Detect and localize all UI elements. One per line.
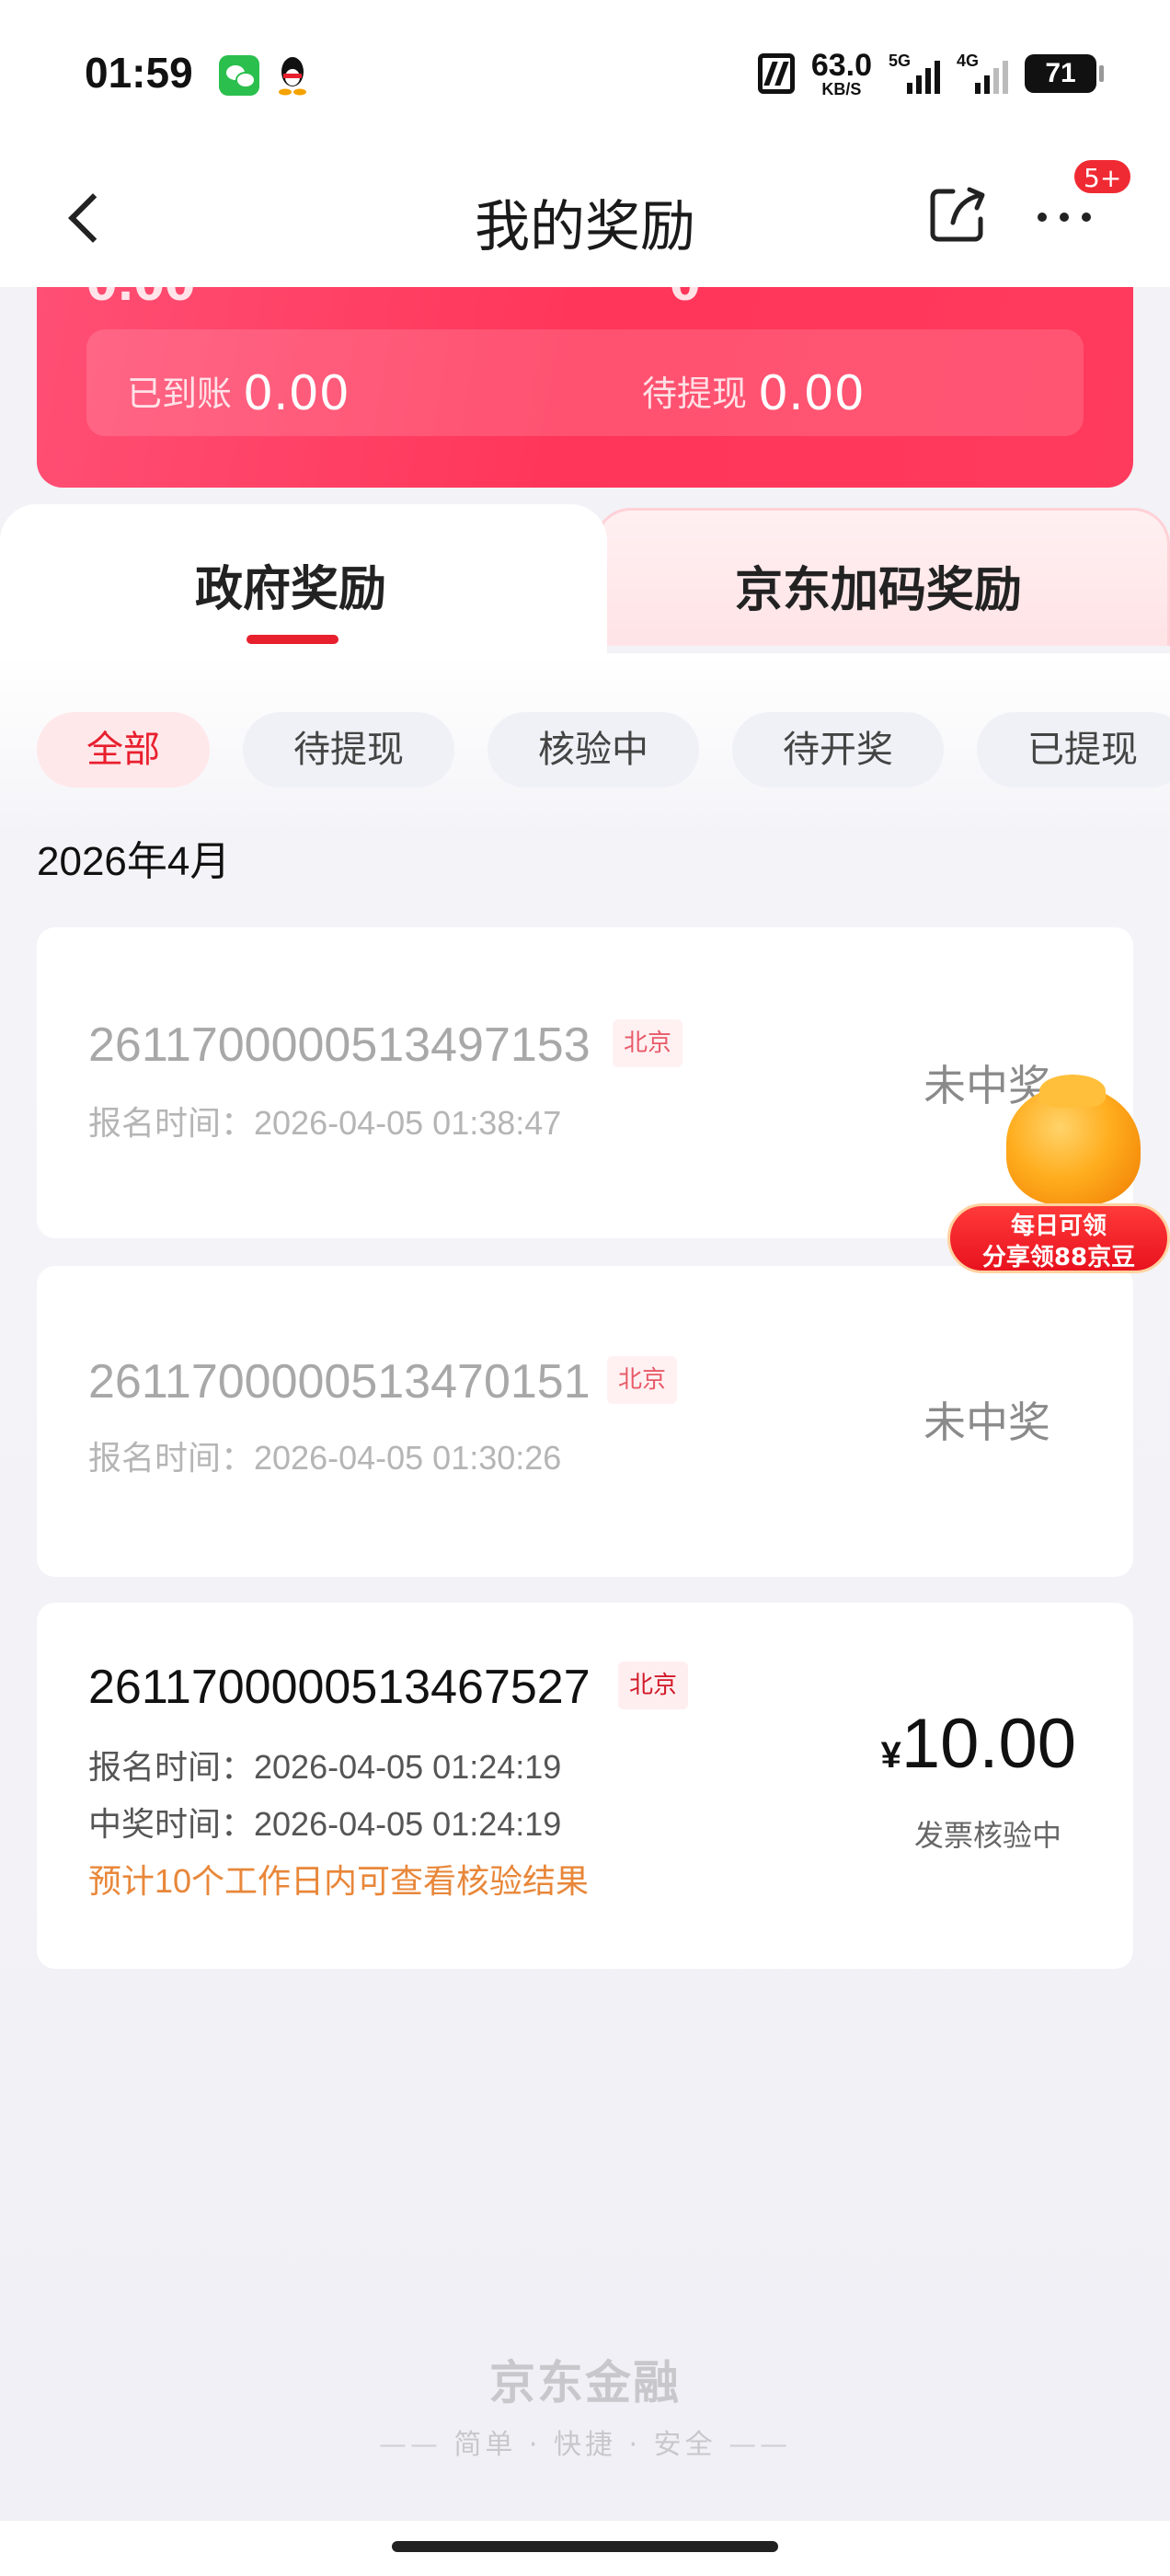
battery-icon: 71	[1025, 54, 1104, 93]
signup-value: 2026-04-05 01:30:26	[254, 1439, 562, 1477]
qq-icon	[279, 57, 306, 96]
net-speed-unit: KB/S	[821, 80, 862, 98]
home-indicator[interactable]	[392, 2541, 778, 2552]
signup-time: 报名时间：2026-04-05 01:38:47	[88, 1097, 561, 1144]
reward-record[interactable]: 2611700000513470151 北京 报名时间：2026-04-05 0…	[37, 1266, 1133, 1577]
money-bag-icon	[1006, 1075, 1141, 1205]
signup-value: 2026-04-05 01:38:47	[254, 1104, 562, 1142]
active-tab-indicator	[247, 635, 338, 644]
filter-withdrawn[interactable]: 已提现	[977, 712, 1170, 788]
order-number: 2611700000513467527	[88, 1661, 591, 1714]
network-speed: 63.0 KB/S	[811, 50, 872, 98]
tab-government-label: 政府奖励	[195, 562, 387, 617]
share-icon[interactable]	[925, 182, 990, 247]
month-header: 2026年4月	[37, 839, 231, 884]
status-time: 01:59	[85, 49, 193, 97]
filter-all[interactable]: 全部	[37, 712, 210, 788]
verify-note: 预计10个工作日内可查看核验结果	[88, 1862, 590, 1900]
pending-label: 待提现	[642, 374, 748, 414]
nfc-icon	[757, 53, 795, 94]
region-tag: 北京	[607, 1356, 678, 1404]
more-button[interactable]	[1038, 199, 1104, 236]
signal-sim1-icon: 5G	[889, 52, 940, 96]
tab-jd-bonus-label: 京东加码奖励	[735, 563, 1023, 618]
brand-name: 京东金融	[489, 2356, 681, 2409]
slogan-text: 简单 · 快捷 · 安全	[453, 2429, 717, 2461]
reward-summary-card: 0.00 0 已到账0.00 待提现0.00	[37, 287, 1133, 488]
promo-line2: 分享领88京豆	[981, 1244, 1136, 1271]
net-speed-value: 63.0	[810, 48, 872, 83]
prize-value: 10.00	[900, 1705, 1076, 1783]
hidden-count-peek: 0	[670, 287, 700, 311]
win-time: 中奖时间：2026-04-05 01:24:19	[88, 1798, 561, 1846]
daily-bonus-float[interactable]: 每日可领 分享领88京豆	[947, 1075, 1170, 1279]
received-label: 已到账	[127, 374, 233, 414]
filter-pending-draw[interactable]: 待开奖	[732, 712, 944, 788]
filter-verifying[interactable]: 核验中	[488, 712, 699, 788]
promo-label: 每日可领 分享领88京豆	[947, 1203, 1170, 1273]
signup-time: 报名时间：2026-04-05 01:24:19	[88, 1741, 561, 1788]
tab-jd-bonus[interactable]: 京东加码奖励	[594, 508, 1170, 646]
pending-amount: 待提现 0.00	[642, 362, 865, 421]
signup-time: 报名时间：2026-04-05 01:30:26	[88, 1432, 561, 1479]
draw-result: 未中奖	[923, 1397, 1050, 1447]
region-tag: 北京	[618, 1662, 689, 1709]
region-tag: 北京	[613, 1019, 683, 1067]
received-amount: 已到账 0.00	[127, 362, 350, 421]
order-number: 2611700000513470151	[88, 1355, 591, 1409]
signup-label: 报名时间：	[88, 1748, 255, 1786]
status-indicators: 63.0 KB/S 5G 4G 71	[757, 48, 1104, 99]
order-number: 2611700000513497153	[88, 1018, 591, 1072]
signup-label: 报名时间：	[88, 1439, 255, 1477]
signal-sim2-icon: 4G	[957, 52, 1008, 96]
nav-header: 我的奖励	[0, 147, 1170, 287]
currency-symbol: ¥	[880, 1735, 901, 1776]
signup-value: 2026-04-05 01:24:19	[254, 1748, 562, 1786]
pending-value: 0.00	[758, 366, 865, 421]
wechat-icon	[219, 55, 259, 96]
received-value: 0.00	[243, 366, 350, 421]
notification-badge: 5+	[1072, 158, 1133, 195]
status-bar: 01:59 63.0 KB/S 5G 4G 71	[0, 0, 1170, 147]
promo-line1: 每日可领	[1010, 1213, 1107, 1240]
hidden-total-peek: 0.00	[86, 287, 195, 311]
reward-record[interactable]: 2611700000513467527 北京 报名时间：2026-04-05 0…	[37, 1603, 1133, 1969]
prize-status: 发票核验中	[913, 1818, 1061, 1853]
win-label: 中奖时间：	[88, 1805, 255, 1843]
page-title: 我的奖励	[475, 195, 695, 259]
reward-list-area: 全部 待提现 核验中 待开奖 已提现 2026年4月 2611700000513…	[0, 653, 1170, 2530]
signup-label: 报名时间：	[88, 1104, 255, 1142]
win-value: 2026-04-05 01:24:19	[254, 1805, 562, 1843]
prize-amount: ¥10.00	[881, 1704, 1076, 1784]
filter-pending-withdraw[interactable]: 待提现	[243, 712, 454, 788]
brand-slogan: —— 简单 · 快捷 · 安全 ——	[378, 2429, 792, 2461]
summary-inner: 已到账 0.00 待提现 0.00	[86, 329, 1084, 436]
